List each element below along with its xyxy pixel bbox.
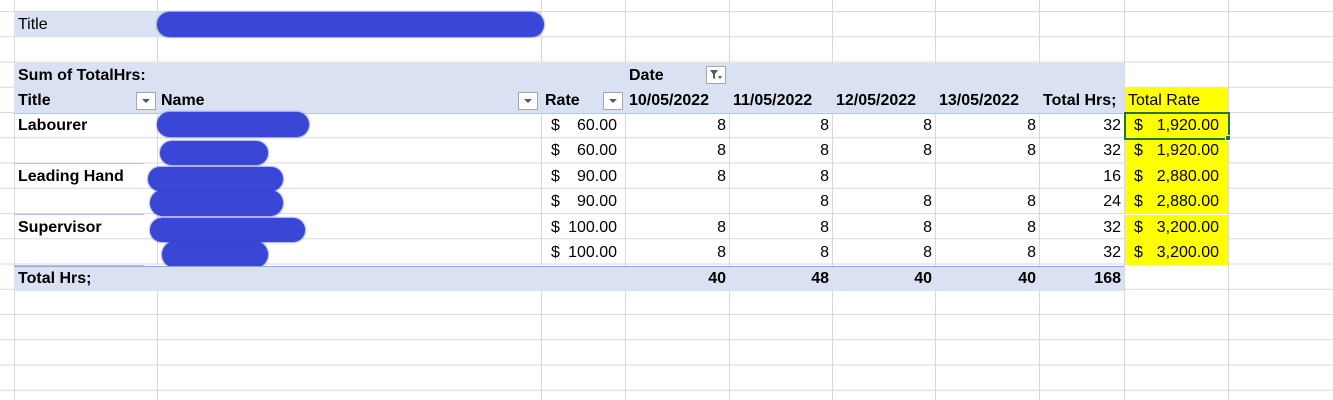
report-filter-label: Title	[18, 16, 48, 33]
hours-date-3[interactable]: 8	[832, 215, 932, 240]
grand-total-date-2: 48	[811, 270, 829, 287]
column-field-label: Date	[629, 67, 664, 84]
hours-date-1[interactable]: 8	[625, 138, 726, 163]
rate-value[interactable]: 90.00	[560, 164, 617, 189]
total-rate-value[interactable]: 2,880.00	[1142, 164, 1219, 189]
total-hours[interactable]: 24	[1039, 189, 1121, 214]
gridline	[1228, 0, 1229, 400]
grand-total-label: Total Hrs;	[18, 270, 92, 287]
hours-date-4[interactable]: 8	[935, 138, 1036, 163]
redacted-title-value	[157, 12, 544, 37]
rate-value[interactable]: 60.00	[560, 138, 617, 163]
filter-icon	[710, 70, 722, 79]
row-header-title: Title	[18, 92, 51, 109]
rate-currency-symbol[interactable]: $	[551, 113, 560, 138]
row-title[interactable]: Labourer	[18, 113, 87, 138]
date-header-2: 11/05/2022	[733, 92, 813, 109]
selected-cell-outline	[1124, 112, 1230, 140]
rate-value[interactable]: 100.00	[560, 240, 617, 265]
redacted-name	[162, 241, 268, 268]
hours-date-1[interactable]: 8	[625, 215, 726, 240]
hours-date-2[interactable]: 8	[729, 240, 829, 265]
rate-currency-symbol[interactable]: $	[551, 164, 560, 189]
total-hours[interactable]: 32	[1039, 113, 1121, 138]
title-filter-button[interactable]	[136, 92, 156, 110]
total-rate-header: Total Rate	[1128, 92, 1201, 109]
date-filter-button[interactable]	[706, 66, 726, 84]
hours-date-1[interactable]: 8	[625, 164, 726, 189]
redacted-name	[157, 112, 309, 137]
hours-date-3[interactable]: 8	[832, 138, 932, 163]
hours-date-3[interactable]	[832, 164, 932, 189]
total-hours[interactable]: 32	[1039, 240, 1121, 265]
hours-date-2[interactable]: 8	[729, 138, 829, 163]
hours-date-4[interactable]: 8	[935, 113, 1036, 138]
hours-date-4[interactable]	[935, 164, 1036, 189]
spreadsheet-grid[interactable]: Title Sum of TotalHrs: Date Title Name R…	[0, 0, 1333, 400]
rate-currency-symbol[interactable]: $	[551, 215, 560, 240]
hours-date-3[interactable]: 8	[832, 189, 932, 214]
rate-currency-symbol[interactable]: $	[551, 240, 560, 265]
date-header-3: 12/05/2022	[836, 92, 917, 109]
rate-value[interactable]: 90.00	[560, 189, 617, 214]
redacted-name	[150, 190, 283, 216]
date-header-1: 10/05/2022	[629, 92, 710, 109]
hours-date-3[interactable]: 8	[832, 113, 932, 138]
hours-date-2[interactable]: 8	[729, 164, 829, 189]
chevron-down-icon	[609, 99, 617, 103]
row-header-rate: Rate	[545, 92, 580, 109]
chevron-down-icon	[524, 99, 532, 103]
hours-date-2[interactable]: 8	[729, 215, 829, 240]
grand-total-date-1: 40	[708, 270, 726, 287]
total-rate-value[interactable]: 3,200.00	[1142, 215, 1219, 240]
total-hours[interactable]: 32	[1039, 138, 1121, 163]
redacted-name	[160, 141, 268, 165]
hours-date-1[interactable]	[625, 189, 726, 214]
hours-date-2[interactable]: 8	[729, 113, 829, 138]
redacted-name	[150, 218, 305, 242]
fill-handle[interactable]	[1225, 135, 1231, 141]
grand-total-date-4: 40	[1018, 270, 1036, 287]
hours-date-1[interactable]: 8	[625, 113, 726, 138]
total-hours[interactable]: 32	[1039, 215, 1121, 240]
name-filter-button[interactable]	[518, 92, 538, 110]
total-rate-value[interactable]: 3,200.00	[1142, 240, 1219, 265]
row-title[interactable]: Supervisor	[18, 215, 102, 240]
date-header-4: 13/05/2022	[939, 92, 1020, 109]
rate-filter-button[interactable]	[603, 92, 623, 110]
hours-date-3[interactable]: 8	[832, 240, 932, 265]
gridline	[14, 0, 15, 400]
hours-date-1[interactable]: 8	[625, 240, 726, 265]
grand-total-date-3: 40	[914, 270, 932, 287]
total-hrs-header: Total Hrs;	[1043, 92, 1117, 109]
rate-currency-symbol[interactable]: $	[551, 138, 560, 163]
total-rate-value[interactable]: 1,920.00	[1142, 138, 1219, 163]
chevron-down-icon	[142, 99, 150, 103]
hours-date-4[interactable]: 8	[935, 189, 1036, 214]
rate-currency-symbol[interactable]: $	[551, 189, 560, 214]
redacted-name	[148, 167, 283, 191]
total-hours[interactable]: 16	[1039, 164, 1121, 189]
pivot-value-field-label: Sum of TotalHrs:	[18, 67, 146, 84]
hours-date-4[interactable]: 8	[935, 215, 1036, 240]
row-header-name: Name	[161, 92, 205, 109]
rate-value[interactable]: 60.00	[560, 113, 617, 138]
hours-date-4[interactable]: 8	[935, 240, 1036, 265]
hours-date-2[interactable]: 8	[729, 189, 829, 214]
gridline	[541, 0, 542, 400]
rate-value[interactable]: 100.00	[560, 215, 617, 240]
row-title[interactable]: Leading Hand	[18, 164, 124, 189]
grand-total-hours: 168	[1094, 270, 1121, 287]
total-rate-value[interactable]: 2,880.00	[1142, 189, 1219, 214]
